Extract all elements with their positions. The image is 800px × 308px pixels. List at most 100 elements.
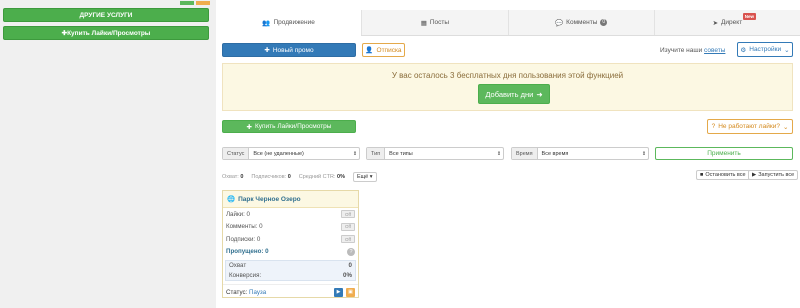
card-actions: ▶ ▣ <box>334 287 355 297</box>
type-filter[interactable]: Тип Все типы ⇕ <box>366 147 504 160</box>
not-working-button[interactable]: ? Не работают лайки? ⌄ <box>707 119 793 134</box>
other-services-button[interactable]: ДРУГИЕ УСЛУГИ <box>3 8 209 22</box>
green-indicator <box>180 1 194 5</box>
reach-row: Охват 0 <box>226 261 355 271</box>
promo-card-header[interactable]: 🌐 Парк Черное Озеро <box>223 191 358 208</box>
comments-label: Комменты: 0 <box>226 223 263 231</box>
card-status-row: Статус: Пауза ▶ ▣ <box>223 284 358 299</box>
likes-toggle[interactable]: Off <box>341 210 355 219</box>
send-icon: ➤ <box>712 19 719 27</box>
add-days-label: Добавить дни <box>485 89 534 99</box>
stats-bar: Охват: 0 Подписчиков: 0 Средний CTR: 0% … <box>222 172 377 182</box>
top-strip <box>180 0 214 5</box>
select-arrows-icon: ⇕ <box>496 150 502 157</box>
add-days-button[interactable]: Добавить дни ➜ <box>478 84 550 104</box>
question-icon: ? <box>711 123 716 130</box>
time-filter-label: Время <box>512 148 538 159</box>
orange-indicator <box>196 1 210 5</box>
comments-row: Комменты: 0 Off <box>223 221 358 234</box>
stop-all-button[interactable]: ■ Остановить все <box>696 170 750 180</box>
help-icon[interactable]: ? <box>347 247 355 256</box>
play-icon: ▶ <box>752 172 757 178</box>
more-dropdown[interactable]: Ещё ▾ <box>352 172 377 182</box>
sidebar-buy-likes-button[interactable]: ✚ Купить Лайки/Просмотры <box>3 26 209 40</box>
ctr-stat: Средний CTR: 0% <box>299 174 345 180</box>
plus-icon: ✚ <box>246 123 252 131</box>
skipped-label[interactable]: Пропущено: 0 <box>226 248 269 255</box>
follows-label: Подписки: 0 <box>226 235 261 243</box>
start-all-button[interactable]: ▶ Запустить все <box>748 170 799 180</box>
select-arrows-icon: ⇕ <box>641 150 647 157</box>
select-arrows-icon: ⇕ <box>352 150 358 157</box>
time-filter-value: Все время <box>541 150 569 157</box>
card-conversion-label: Конверсия: <box>229 271 262 279</box>
chevron-down-icon: ⌄ <box>782 123 789 131</box>
tips-text: Изучите наши советы <box>660 47 725 54</box>
unfollow-button[interactable]: 👤 Отписка <box>362 43 405 57</box>
tab-posts-label: Посты <box>429 19 450 26</box>
new-promo-button[interactable]: ✚ Новый промо <box>222 43 356 57</box>
likes-row: Лайки: 0 Off <box>223 208 358 221</box>
comments-toggle[interactable]: Off <box>341 222 355 231</box>
type-filter-value: Все типы <box>389 150 413 157</box>
play-icon[interactable]: ▶ <box>334 287 343 297</box>
reach-stat-value: 0 <box>240 174 244 180</box>
sidebar-buy-likes-label: Купить Лайки/Просмотры <box>67 29 151 37</box>
chevron-down-icon: ⌄ <box>784 46 790 54</box>
comment-icon: 💬 <box>555 19 564 27</box>
card-reach-value: 0 <box>348 262 352 270</box>
card-status: Статус: Пауза <box>226 289 266 296</box>
card-status-value: Пауза <box>249 288 267 296</box>
buy-likes-button[interactable]: ✚ Купить Лайки/Просмотры <box>222 120 356 133</box>
grid-icon: ▦ <box>420 19 427 27</box>
trial-notice: У вас осталось 3 бесплатных дня пользова… <box>222 63 793 111</box>
more-label: Ещё <box>356 174 369 180</box>
arrow-right-icon: ➜ <box>536 89 543 99</box>
new-badge: New <box>742 13 756 20</box>
status-filter[interactable]: Статус Все (не удаленные) ⇕ <box>222 147 360 160</box>
globe-icon: 🌐 <box>227 196 236 203</box>
settings-label: Настройки <box>749 46 782 53</box>
follows-toggle[interactable]: Off <box>341 235 355 244</box>
bag-icon[interactable]: ▣ <box>346 287 355 297</box>
start-all-label: Запустить все <box>758 172 795 178</box>
reach-stat: Охват: 0 <box>222 174 243 180</box>
card-status-label: Статус: <box>226 288 248 296</box>
tips-prefix: Изучите наши <box>660 47 703 54</box>
tab-promotion-label: Продвижение <box>273 19 315 26</box>
likes-label: Лайки: 0 <box>226 210 251 218</box>
main-panel: 👥 Продвижение ▦ Посты 💬 Комменты 0 ➤ Дир… <box>216 0 800 308</box>
tab-promotion[interactable]: 👥 Продвижение <box>216 10 362 36</box>
tab-comments[interactable]: 💬 Комменты 0 <box>507 10 654 35</box>
tab-posts[interactable]: ▦ Посты <box>361 10 507 35</box>
ctr-stat-value: 0% <box>337 174 345 180</box>
tab-comments-label: Комменты <box>566 19 598 26</box>
user-minus-icon: 👤 <box>365 47 374 54</box>
sidebar: ДРУГИЕ УСЛУГИ ✚ Купить Лайки/Просмотры <box>0 0 214 308</box>
apply-button[interactable]: Применить <box>655 147 793 160</box>
tips-link[interactable]: советы <box>704 47 725 54</box>
promo-card-title[interactable]: Парк Черное Озеро <box>238 196 301 203</box>
unfollow-label: Отписка <box>376 46 402 54</box>
trial-notice-text: У вас осталось 3 бесплатных дня пользова… <box>391 71 624 80</box>
stop-icon: ■ <box>700 172 704 178</box>
followers-stat-label: Подписчиков: <box>251 174 287 180</box>
not-working-label: Не работают лайки? <box>718 123 780 130</box>
time-filter[interactable]: Время Все время ⇕ <box>511 147 649 160</box>
new-promo-label: Новый промо <box>272 46 314 54</box>
settings-button[interactable]: ⚙ Настройки ⌄ <box>737 42 793 57</box>
stop-all-label: Остановить все <box>705 172 746 178</box>
tab-direct[interactable]: ➤ Директ New <box>653 10 800 35</box>
tab-direct-label: Директ <box>721 19 743 26</box>
card-reach-label: Охват <box>229 262 247 270</box>
conversion-row: Конверсия: 0% <box>226 271 355 281</box>
metrics-box: Охват 0 Конверсия: 0% <box>225 260 356 281</box>
skipped-row: Пропущено: 0 ? <box>223 246 358 259</box>
followers-stat: Подписчиков: 0 <box>251 174 290 180</box>
plus-icon: ✚ <box>264 47 270 54</box>
buy-likes-label: Купить Лайки/Просмотры <box>254 123 332 130</box>
users-icon: 👥 <box>262 19 271 27</box>
status-filter-value: Все (не удаленные) <box>253 150 304 157</box>
promo-card: 🌐 Парк Черное Озеро Лайки: 0 Off Коммент… <box>222 190 359 298</box>
ctr-stat-label: Средний CTR: <box>298 174 336 180</box>
